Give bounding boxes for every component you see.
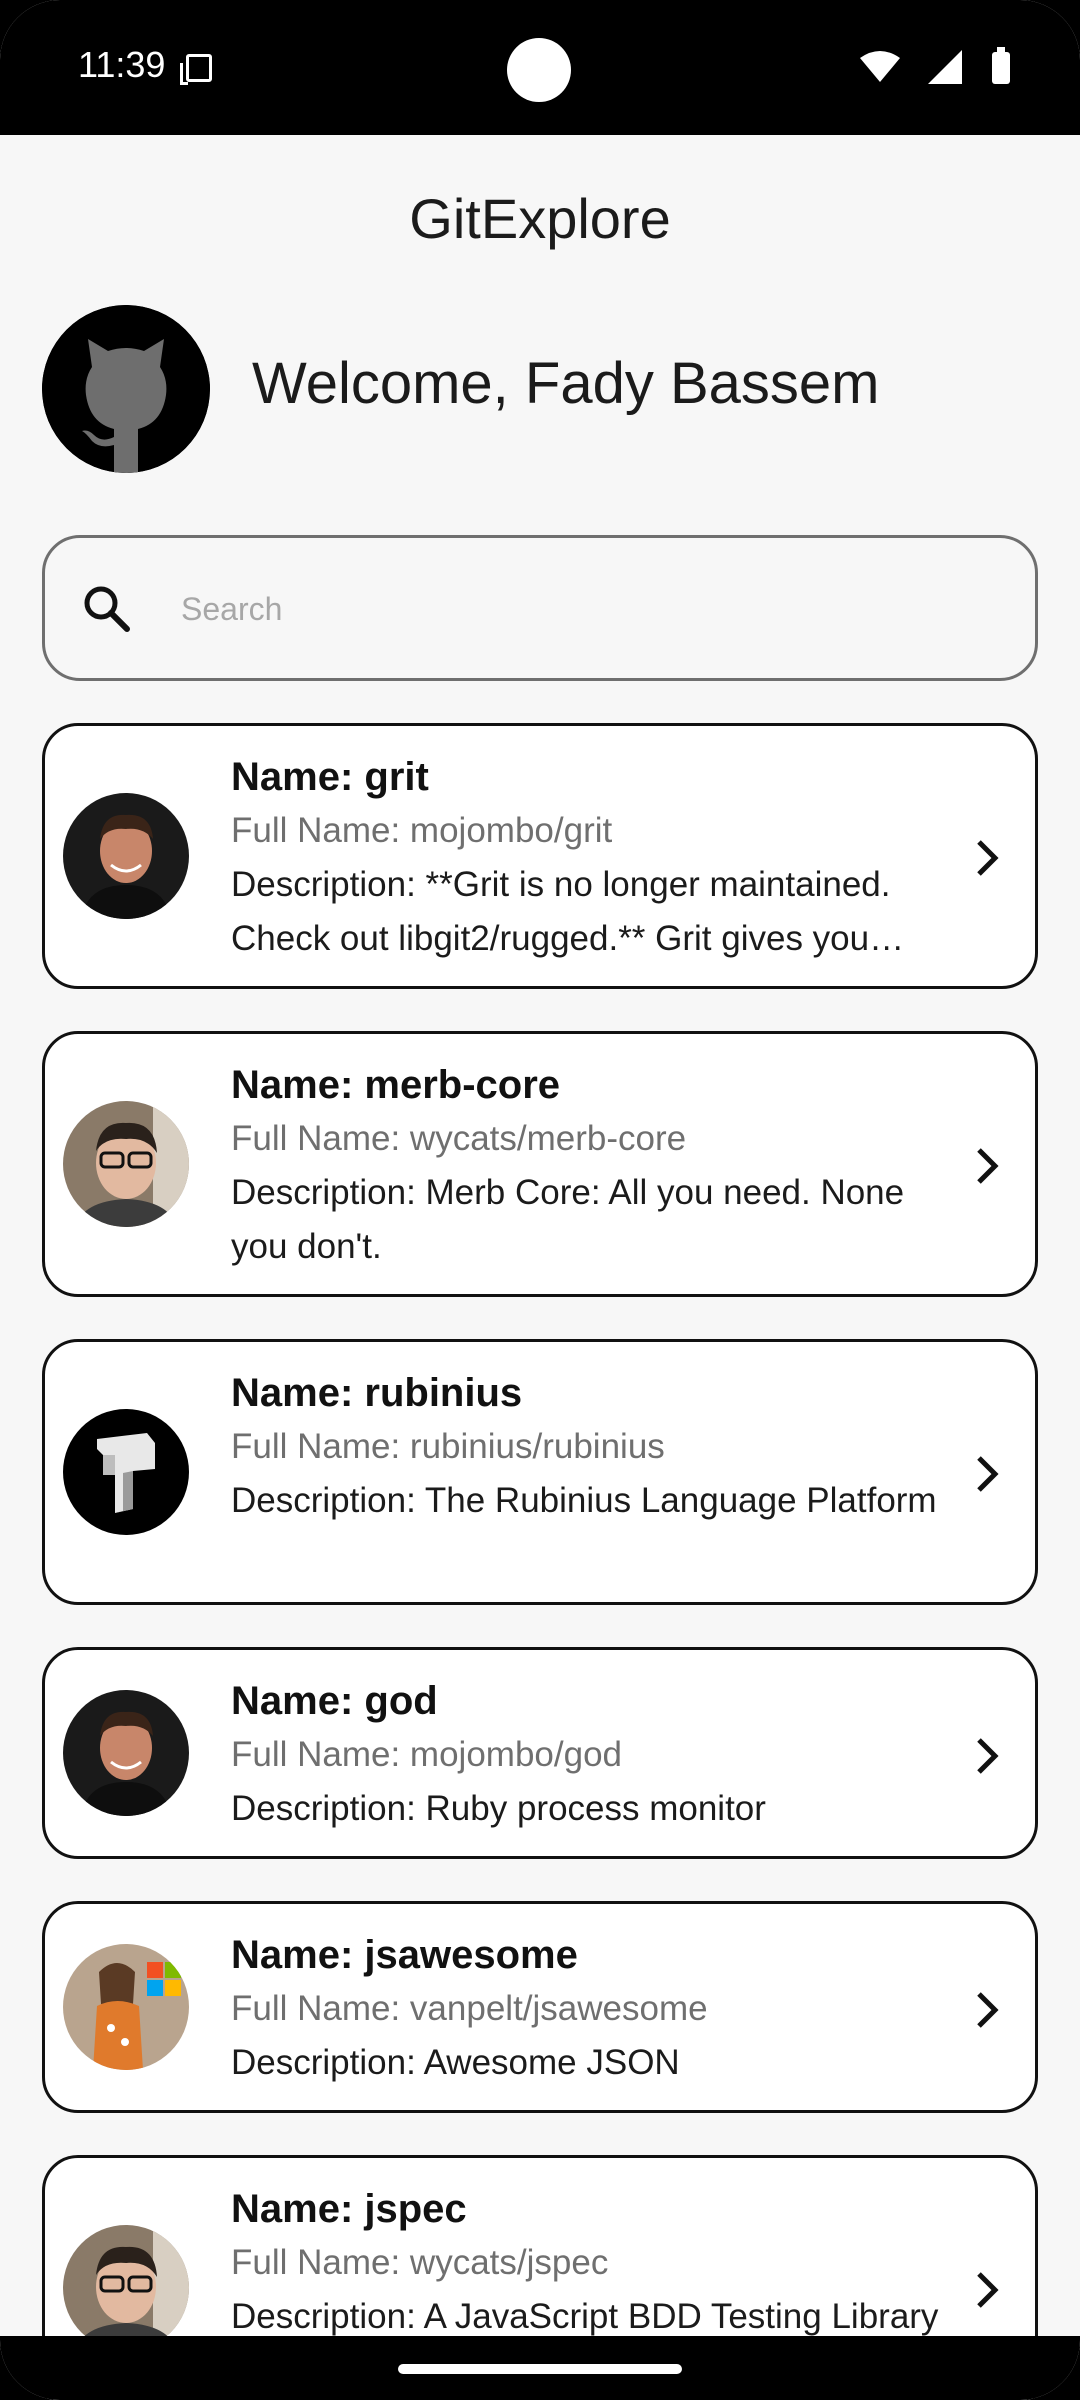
repo-name: Name: rubinius <box>231 1371 523 1415</box>
repo-text: Name: grit Full Name: mojombo/grit Descr… <box>231 750 951 966</box>
owner-avatar <box>63 1101 189 1227</box>
repo-full-name: Full Name: vanpelt/jsawesome <box>231 1989 708 2028</box>
repo-text: Name: god Full Name: mojombo/god Descrip… <box>231 1674 951 1836</box>
repo-description: Description: Merb Core: All you need. No… <box>231 1173 905 1266</box>
app-screen: 11:39 GitExplore Welcome, Fady Bassem Se… <box>0 0 1080 2400</box>
chevron-right-icon <box>977 1148 999 1184</box>
repo-full-name: Full Name: rubinius/rubinius <box>231 1427 665 1466</box>
repo-description: Description: The Rubinius Language Platf… <box>231 1481 937 1520</box>
repo-card[interactable]: Name: god Full Name: mojombo/god Descrip… <box>42 1647 1038 1859</box>
repo-name: Name: jspec <box>231 2187 467 2231</box>
owner-avatar <box>63 1690 189 1816</box>
repo-text: Name: merb-core Full Name: wycats/merb-c… <box>231 1058 951 1274</box>
chevron-right-icon <box>977 1456 999 1492</box>
navigation-bar <box>0 2336 1080 2400</box>
repo-text: Name: jsawesome Full Name: vanpelt/jsawe… <box>231 1928 951 2090</box>
repo-full-name: Full Name: wycats/merb-core <box>231 1119 687 1158</box>
profile-avatar <box>42 305 210 473</box>
chevron-right-icon <box>977 2272 999 2308</box>
front-camera <box>507 38 571 102</box>
repo-description: Description: **Grit is no longer maintai… <box>231 865 891 958</box>
chevron-right-icon <box>977 1992 999 2028</box>
owner-avatar <box>63 1409 189 1535</box>
owner-avatar <box>63 2225 189 2351</box>
status-bar: 11:39 <box>0 0 1080 135</box>
search-bar[interactable] <box>42 535 1038 681</box>
github-octocat-icon <box>42 305 210 473</box>
screenshot-notification-icon <box>180 54 212 85</box>
chevron-right-icon <box>977 840 999 876</box>
status-time: 11:39 <box>78 44 166 85</box>
owner-avatar <box>63 793 189 919</box>
repo-name: Name: god <box>231 1679 438 1723</box>
repo-description: Description: Ruby process monitor <box>231 1789 766 1828</box>
repo-full-name: Full Name: mojombo/god <box>231 1735 622 1774</box>
repo-name: Name: merb-core <box>231 1063 561 1107</box>
repo-card[interactable]: Name: jsawesome Full Name: vanpelt/jsawe… <box>42 1901 1038 2113</box>
repo-card[interactable]: Name: grit Full Name: mojombo/grit Descr… <box>42 723 1038 989</box>
wifi-icon <box>860 51 900 82</box>
search-icon <box>84 586 130 632</box>
repo-text: Name: jspec Full Name: wycats/jspec Desc… <box>231 2182 951 2344</box>
repo-name: Name: grit <box>231 755 429 799</box>
repo-full-name: Full Name: wycats/jspec <box>231 2243 609 2282</box>
repo-card[interactable]: Name: rubinius Full Name: rubinius/rubin… <box>42 1339 1038 1605</box>
repo-full-name: Full Name: mojombo/grit <box>231 811 613 850</box>
cellular-signal-icon <box>928 50 962 84</box>
battery-icon <box>992 47 1010 84</box>
chevron-right-icon <box>977 1738 999 1774</box>
owner-avatar <box>63 1944 189 2070</box>
welcome-text: Welcome, Fady Bassem <box>252 351 880 416</box>
app-title: GitExplore <box>409 187 671 250</box>
repo-text: Name: rubinius Full Name: rubinius/rubin… <box>231 1366 951 1528</box>
repo-name: Name: jsawesome <box>231 1933 578 1977</box>
repo-description: Description: Awesome JSON <box>231 2043 680 2082</box>
search-input[interactable] <box>179 578 983 640</box>
home-gesture-handle[interactable] <box>398 2364 682 2374</box>
repo-card[interactable]: Name: merb-core Full Name: wycats/merb-c… <box>42 1031 1038 1297</box>
